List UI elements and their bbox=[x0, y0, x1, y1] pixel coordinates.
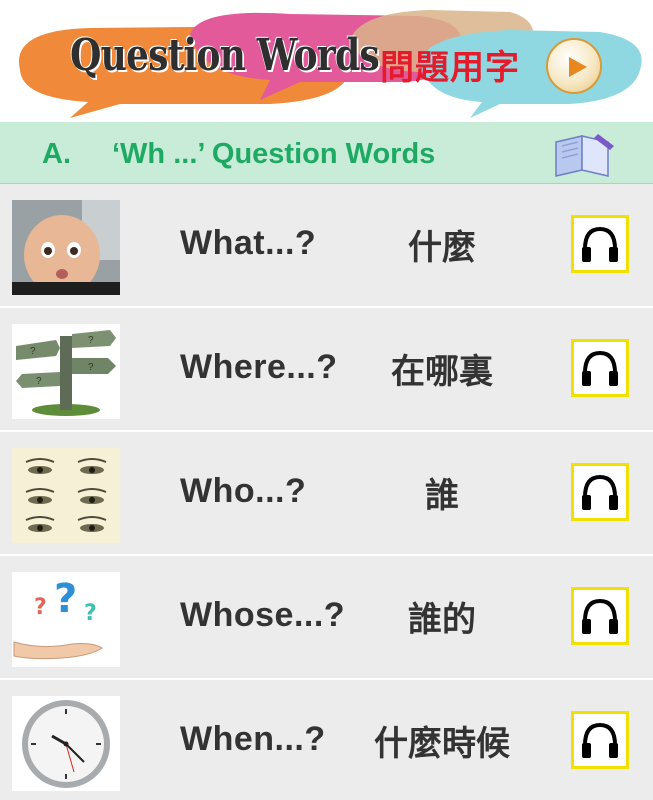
audio-button[interactable] bbox=[571, 339, 629, 397]
headphones-icon bbox=[582, 474, 618, 510]
word-chinese: 什麼 bbox=[408, 228, 476, 268]
section-title: ‘Wh ...’ Question Words bbox=[112, 138, 436, 170]
word-english: Where...? bbox=[180, 348, 338, 386]
headphones-icon bbox=[582, 598, 618, 634]
app-title: Question Words bbox=[70, 30, 380, 81]
headphones-icon bbox=[582, 350, 618, 386]
word-english: Whose...? bbox=[180, 596, 346, 634]
section-letter: A. bbox=[42, 138, 71, 170]
word-english: What...? bbox=[180, 224, 317, 262]
baby-face-image bbox=[12, 200, 120, 295]
list-item[interactable]: What...? 什麼 bbox=[0, 184, 653, 308]
audio-button[interactable] bbox=[571, 711, 629, 769]
app-title-chinese: 問題用字 bbox=[380, 48, 520, 88]
word-chinese: 誰 bbox=[425, 476, 459, 516]
list-item[interactable]: ? ? ? Whose...? 誰的 bbox=[0, 556, 653, 680]
word-chinese: 誰的 bbox=[408, 600, 476, 640]
headphones-icon bbox=[582, 226, 618, 262]
clock-image bbox=[12, 696, 120, 791]
svg-text:?: ? bbox=[88, 362, 94, 373]
svg-text:?: ? bbox=[54, 576, 77, 622]
play-button[interactable] bbox=[546, 38, 602, 94]
audio-button[interactable] bbox=[571, 463, 629, 521]
word-english: When...? bbox=[180, 720, 326, 758]
eyes-image bbox=[12, 448, 120, 543]
header: Question Words 問題用字 bbox=[0, 0, 653, 122]
play-icon bbox=[569, 57, 587, 77]
book-icon[interactable] bbox=[552, 132, 616, 178]
svg-text:?: ? bbox=[30, 346, 36, 357]
word-english: Who...? bbox=[180, 472, 307, 510]
svg-text:?: ? bbox=[36, 376, 42, 387]
svg-text:?: ? bbox=[34, 595, 47, 620]
question-marks-hand-image: ? ? ? bbox=[12, 572, 120, 667]
list-item[interactable]: ? ? ? ? Where...? 在哪裏 bbox=[0, 308, 653, 432]
headphones-icon bbox=[582, 722, 618, 758]
list-item[interactable]: Who...? 誰 bbox=[0, 432, 653, 556]
word-chinese: 在哪裏 bbox=[391, 352, 493, 392]
word-chinese: 什麼時候 bbox=[374, 724, 510, 764]
signpost-image: ? ? ? ? bbox=[12, 324, 120, 419]
audio-button[interactable] bbox=[571, 587, 629, 645]
audio-button[interactable] bbox=[571, 215, 629, 273]
svg-text:?: ? bbox=[88, 335, 94, 346]
word-list: What...? 什麼 ? ? ? ? Where...? 在哪裏 Who...… bbox=[0, 184, 653, 800]
list-item[interactable]: When...? 什麼時候 bbox=[0, 680, 653, 800]
svg-text:?: ? bbox=[84, 601, 97, 626]
